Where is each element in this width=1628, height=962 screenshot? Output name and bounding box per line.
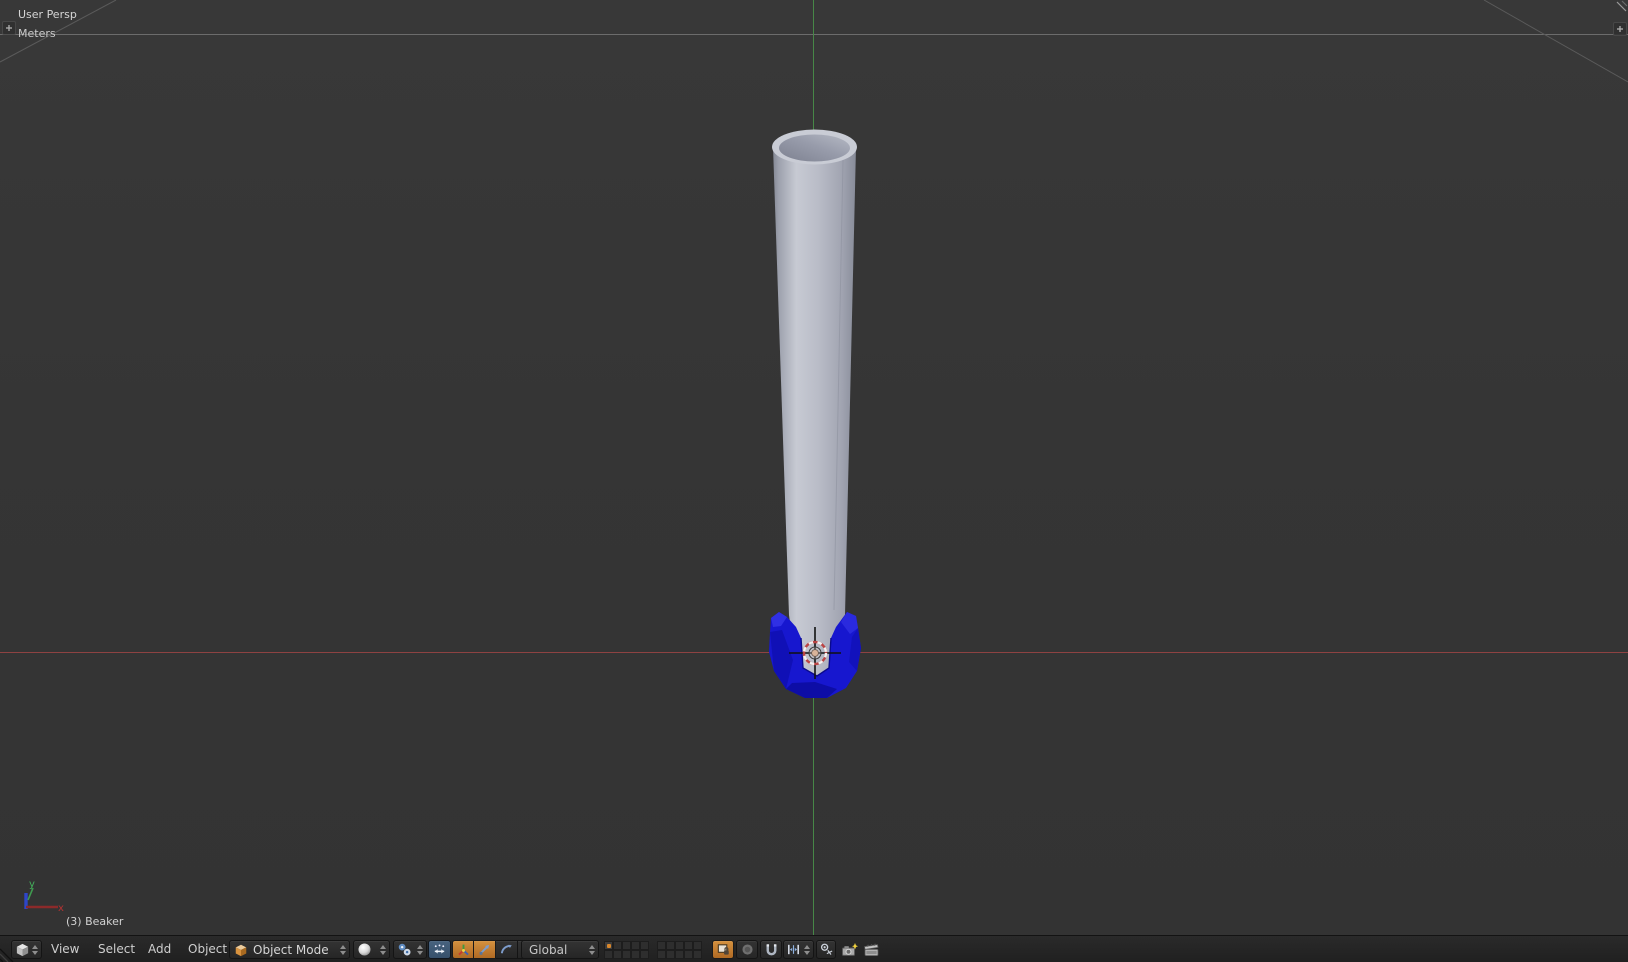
active-object-label: (3) Beaker: [66, 915, 124, 928]
layer-toggle[interactable]: [640, 941, 649, 950]
layer-toggle[interactable]: [631, 941, 640, 950]
units-label: Meters: [18, 27, 56, 40]
gizmo-x-label: x: [58, 903, 64, 914]
3d-viewport[interactable]: User Persp Meters (3) Beaker x y: [0, 0, 1628, 935]
gizmo-y-label: y: [29, 879, 35, 890]
layer-toggle[interactable]: [675, 941, 684, 950]
layer-toggle[interactable]: [693, 950, 702, 959]
manipulator-rotate-toggle[interactable]: [496, 940, 518, 959]
proportional-editing-dropdown[interactable]: [736, 940, 758, 959]
layer-toggle[interactable]: [604, 941, 613, 950]
toolshelf-expand-button[interactable]: [2, 21, 16, 35]
manipulator-widget-toggle[interactable]: [452, 940, 474, 959]
layer-toggle[interactable]: [675, 950, 684, 959]
snap-target-dropdown[interactable]: [816, 940, 836, 959]
chevron-updown-icon: [380, 944, 386, 955]
layer-toggle[interactable]: [640, 950, 649, 959]
proportional-edit-circle-icon: [741, 944, 753, 955]
manipulate-center-points-icon: [434, 944, 445, 954]
viewport-shading-dropdown[interactable]: [353, 940, 390, 959]
layer-toggle[interactable]: [613, 950, 622, 959]
layer-toggle[interactable]: [631, 950, 640, 959]
snap-element-dropdown[interactable]: [783, 940, 814, 959]
manipulate-centers-toggle[interactable]: [428, 940, 451, 959]
plus-icon: [1617, 26, 1623, 32]
area-corner-grip: [1616, 0, 1628, 12]
menu-add[interactable]: Add: [148, 942, 171, 956]
layer-toggle[interactable]: [684, 941, 693, 950]
solid-shading-sphere-icon: [358, 943, 371, 956]
opengl-render-button[interactable]: [838, 940, 860, 959]
layer-toggle[interactable]: [684, 950, 693, 959]
manipulator-axis-icon: [457, 944, 469, 956]
properties-shelf-expand-button[interactable]: [1613, 22, 1627, 36]
chevron-updown-icon: [340, 944, 346, 955]
snap-toggle[interactable]: [760, 940, 782, 959]
viewport-header: View Select Add Object Object Mode Globa…: [0, 935, 1628, 962]
view-perspective-label: User Persp: [18, 8, 77, 21]
layer-toggle[interactable]: [613, 941, 622, 950]
layer-toggle[interactable]: [693, 941, 702, 950]
snap-target-icon: [820, 943, 832, 955]
lock-to-scene-toggle[interactable]: [712, 940, 734, 959]
chevron-updown-icon: [32, 944, 38, 955]
editor-type-selector[interactable]: [11, 940, 42, 959]
viewport-editor-cube-icon: [16, 943, 29, 957]
snap-increment-icon: [788, 944, 799, 955]
layer-toggle[interactable]: [666, 941, 675, 950]
menu-view[interactable]: View: [51, 942, 79, 956]
chevron-updown-icon: [589, 944, 595, 955]
beaker-object[interactable]: [735, 90, 885, 720]
layer-toggle[interactable]: [657, 950, 666, 959]
lock-to-scene-icon: [717, 944, 729, 955]
opengl-render-animation-button[interactable]: [860, 940, 882, 959]
manipulator-translate-toggle[interactable]: [474, 940, 496, 959]
axis-mini-gizmo: x y: [24, 879, 64, 914]
median-point-pivot-icon: [398, 943, 411, 956]
translate-arrow-icon: [479, 944, 490, 955]
chevron-updown-icon: [417, 944, 423, 955]
beaker-tube-body[interactable]: [773, 147, 856, 680]
opengl-render-clapper-icon: [864, 942, 879, 956]
mode-value: Object Mode: [253, 942, 329, 957]
orientation-value: Global: [529, 942, 568, 957]
orientation-dropdown[interactable]: Global: [521, 940, 599, 959]
snap-magnet-icon: [766, 944, 776, 956]
beaker-rim-inner: [779, 134, 850, 162]
rotate-arc-icon: [500, 944, 512, 954]
pivot-point-dropdown[interactable]: [393, 940, 427, 959]
opengl-render-camera-icon: [841, 942, 858, 956]
layer-toggle[interactable]: [604, 950, 613, 959]
object-mode-cube-icon: [235, 944, 247, 956]
menu-object[interactable]: Object: [188, 942, 227, 956]
menu-select[interactable]: Select: [98, 942, 135, 956]
layers-group-2: [657, 941, 702, 959]
mode-dropdown[interactable]: Object Mode: [229, 940, 350, 959]
blender-window: User Persp Meters (3) Beaker x y View Se…: [0, 0, 1628, 962]
chevron-updown-icon: [804, 944, 810, 955]
layer-toggle[interactable]: [622, 941, 631, 950]
plus-icon: [6, 25, 12, 31]
layer-toggle[interactable]: [666, 950, 675, 959]
layer-toggle[interactable]: [622, 950, 631, 959]
layers-group-1: [604, 941, 649, 959]
layer-toggle[interactable]: [657, 941, 666, 950]
